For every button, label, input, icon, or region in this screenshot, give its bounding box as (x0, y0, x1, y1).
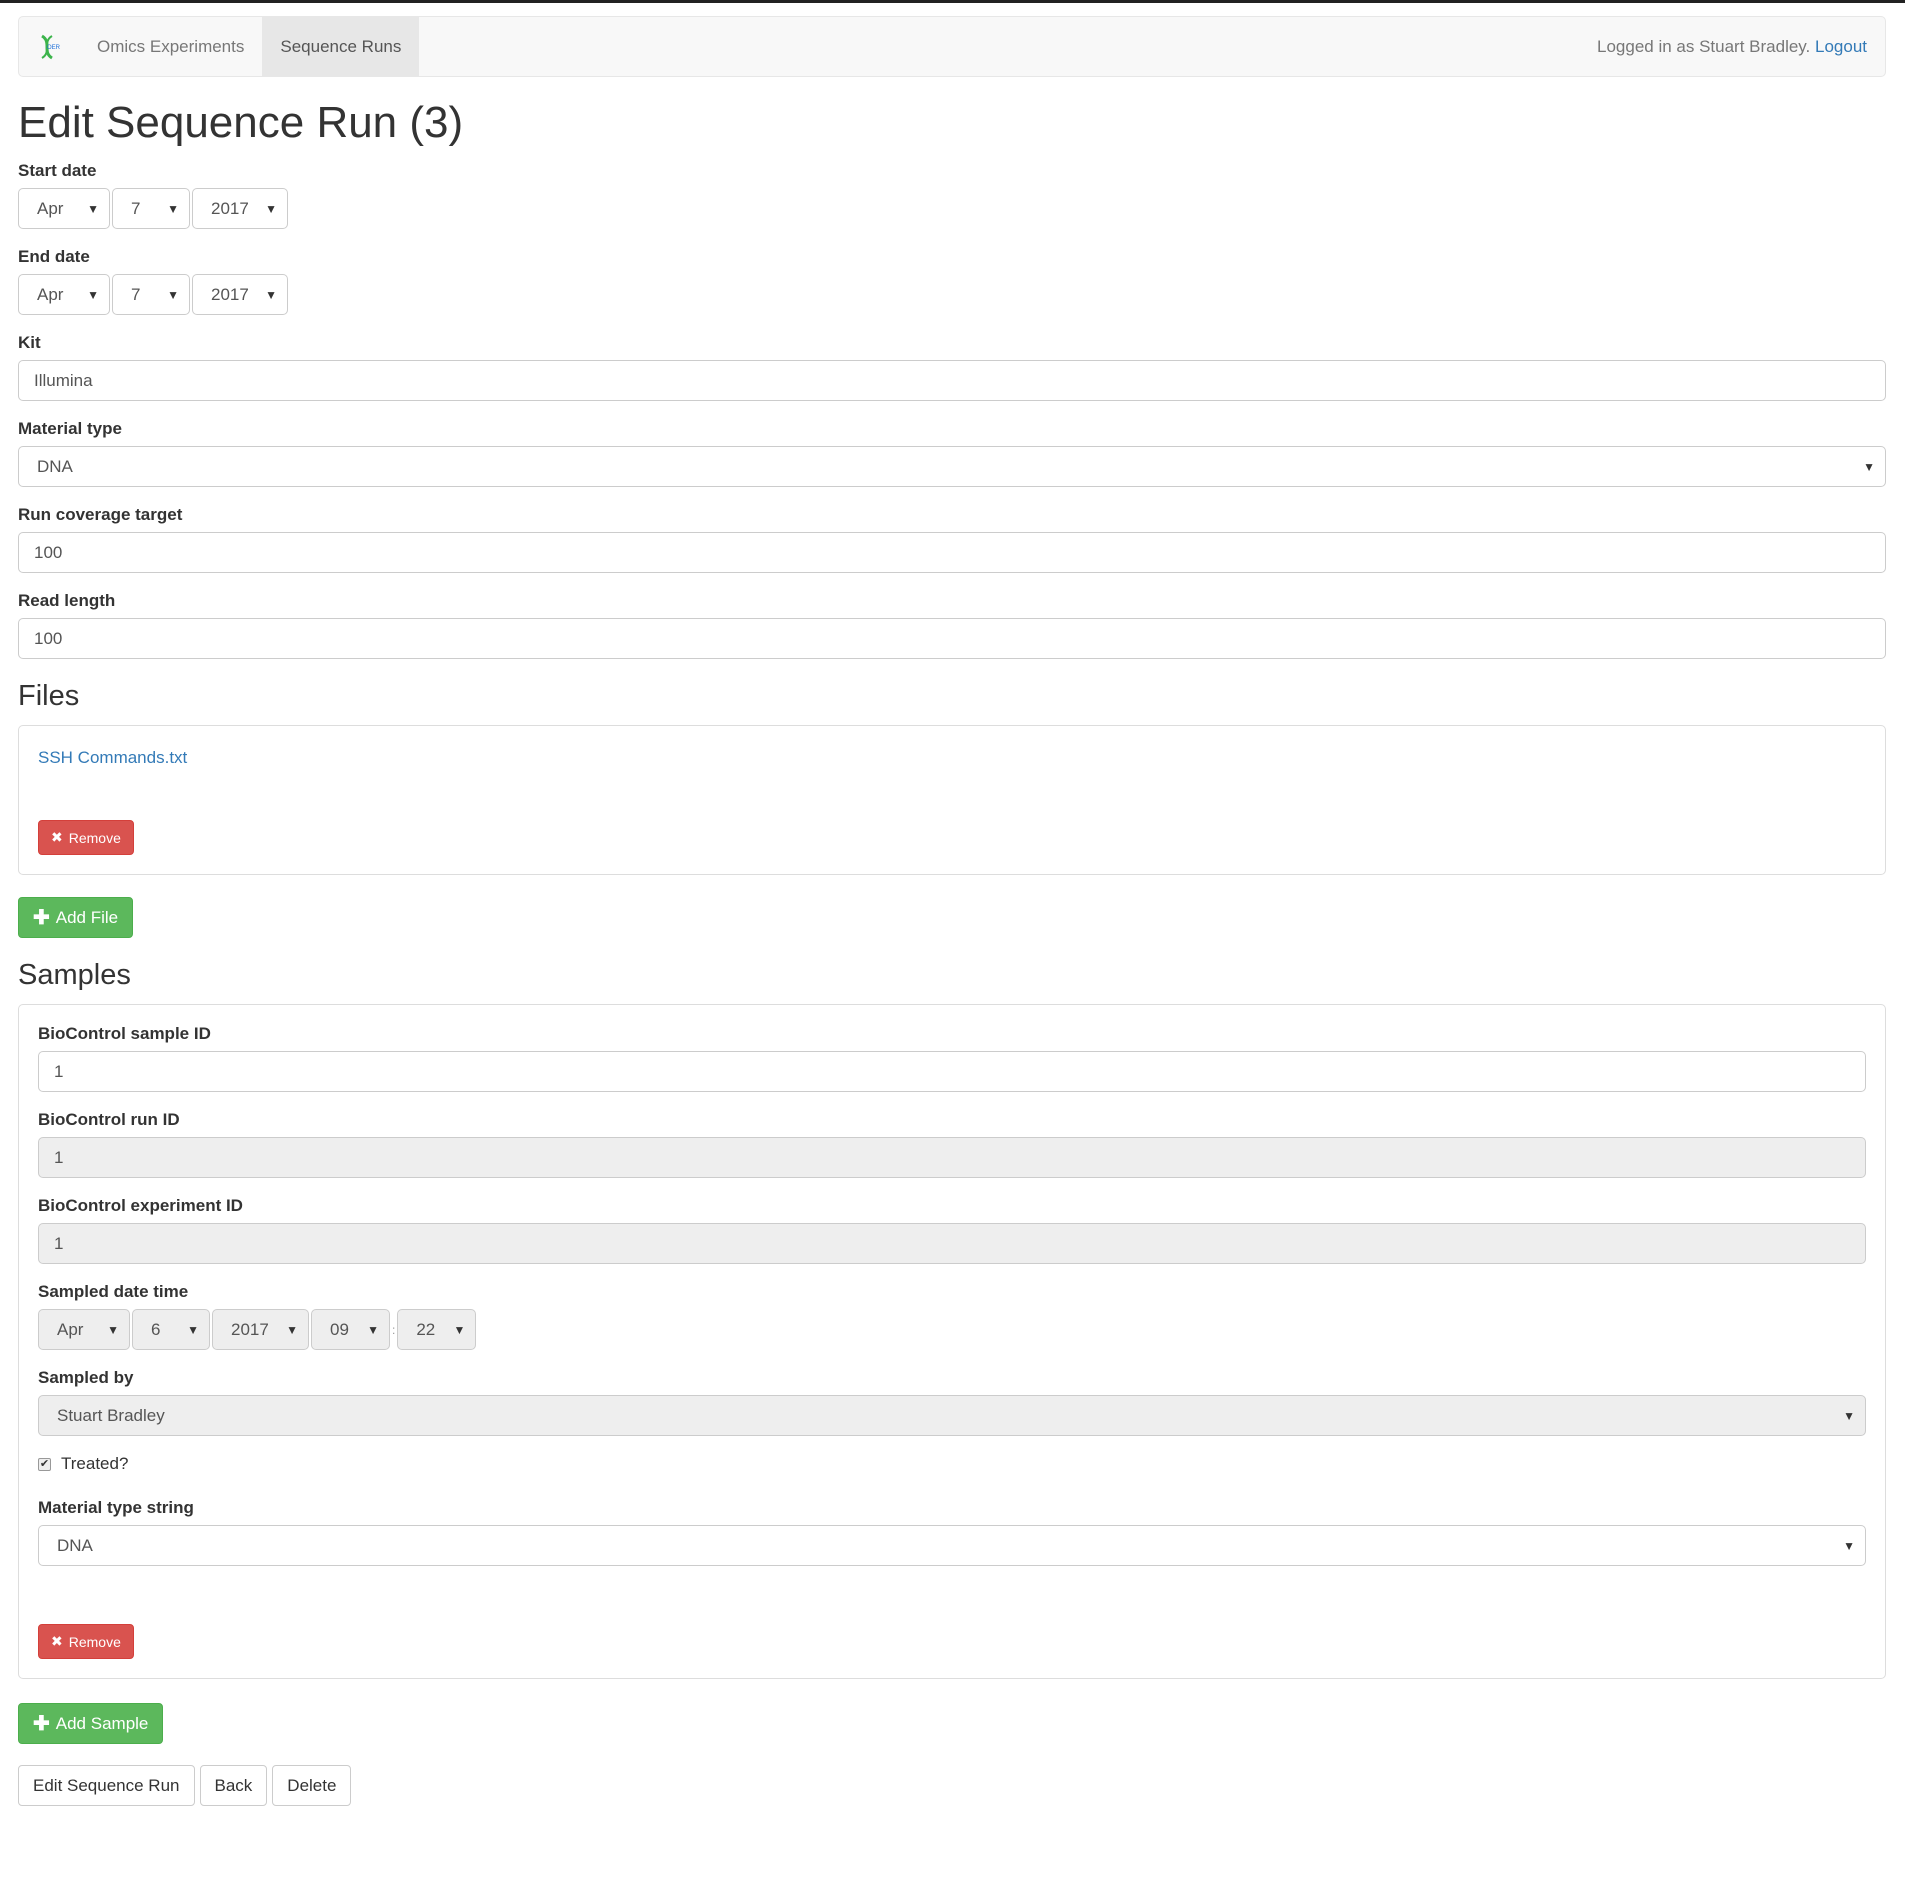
treated-checkbox[interactable]: ✔ (38, 1457, 51, 1471)
caret-down-icon: ▼ (367, 1322, 379, 1337)
value: 7 (131, 198, 141, 218)
value: 22 (416, 1319, 436, 1339)
caret-down-icon: ▼ (167, 201, 179, 216)
value: Apr (37, 284, 64, 304)
value: DNA (37, 456, 73, 476)
edit-sequence-run-button[interactable]: Edit Sequence Run (18, 1765, 195, 1807)
value: 2017 (211, 198, 249, 218)
remove-file-button[interactable]: ✖ Remove (38, 820, 134, 856)
sampled-date-label: Sampled date time (38, 1282, 189, 1302)
run-coverage-input[interactable]: 100 (18, 532, 1886, 574)
file-link[interactable]: SSH Commands.txt (38, 748, 1866, 768)
sample-id-label: BioControl sample ID (38, 1024, 211, 1044)
read-length-input[interactable]: 100 (18, 618, 1886, 660)
sampled-minute-select[interactable]: 22 ▼ (397, 1309, 477, 1351)
label: Add File (55, 907, 119, 927)
caret-down-icon: ▼ (1843, 1408, 1855, 1423)
value: 2017 (231, 1319, 269, 1339)
kit-input[interactable]: Illumina (18, 360, 1886, 402)
logout-link[interactable]: Logout (1815, 37, 1867, 57)
samples-heading: Samples (18, 959, 131, 992)
nav-omics-experiments[interactable]: Omics Experiments (79, 17, 262, 76)
start-month-select[interactable]: Apr ▼ (18, 188, 110, 230)
dna-logo-icon[interactable]: OER (19, 17, 79, 76)
page-title: Edit Sequence Run (3) (18, 98, 464, 147)
treated-checkbox-row[interactable]: ✔ Treated? (38, 1454, 1866, 1474)
add-sample-button[interactable]: ✚ Add Sample (18, 1703, 164, 1745)
label: Add Sample (55, 1713, 149, 1733)
file-panel: SSH Commands.txt ✖ Remove (18, 725, 1886, 876)
caret-down-icon: ▼ (87, 287, 99, 302)
value: Apr (37, 198, 64, 218)
plus-icon: ✚ (33, 1713, 50, 1736)
close-icon: ✖ (51, 829, 63, 846)
plus-icon: ✚ (33, 907, 50, 930)
logged-in-text: Logged in as Stuart Bradley. (1597, 36, 1811, 56)
value: 7 (131, 284, 141, 304)
caret-down-icon: ▼ (1843, 1538, 1855, 1553)
material-type-string-label: Material type string (38, 1498, 194, 1518)
svg-text:OER: OER (47, 45, 60, 51)
sample-id-input[interactable]: 1 (38, 1051, 1866, 1093)
nav-sequence-runs[interactable]: Sequence Runs (262, 17, 420, 76)
experiment-id-label: BioControl experiment ID (38, 1196, 243, 1216)
end-month-select[interactable]: Apr ▼ (18, 274, 110, 316)
caret-down-icon: ▼ (286, 1322, 298, 1337)
caret-down-icon: ▼ (1863, 459, 1875, 474)
end-day-select[interactable]: 7 ▼ (112, 274, 190, 316)
material-type-label: Material type (18, 419, 122, 439)
value: Apr (57, 1319, 84, 1339)
sampled-by-select[interactable]: Stuart Bradley ▼ (38, 1395, 1866, 1437)
material-type-select[interactable]: DNA ▼ (18, 446, 1886, 488)
sample-panel: BioControl sample ID 1 BioControl run ID… (18, 1004, 1886, 1680)
navbar: OER Omics Experiments Sequence Runs Logg… (18, 16, 1886, 77)
run-coverage-label: Run coverage target (18, 505, 183, 525)
value: Stuart Bradley (57, 1405, 165, 1425)
sampled-by-label: Sampled by (38, 1368, 134, 1388)
close-icon: ✖ (51, 1633, 63, 1650)
add-file-button[interactable]: ✚ Add File (18, 897, 134, 939)
treated-label: Treated? (61, 1454, 129, 1474)
value: DNA (57, 1535, 93, 1555)
start-day-select[interactable]: 7 ▼ (112, 188, 190, 230)
start-date-label: Start date (18, 161, 97, 181)
value: 2017 (211, 284, 249, 304)
sampled-hour-select[interactable]: 09 ▼ (311, 1309, 390, 1351)
value: 09 (330, 1319, 349, 1339)
value: 6 (151, 1319, 161, 1339)
experiment-id-input: 1 (38, 1223, 1866, 1265)
sampled-day-select[interactable]: 6 ▼ (132, 1309, 210, 1351)
end-year-select[interactable]: 2017 ▼ (192, 274, 288, 316)
time-separator: : (392, 1322, 396, 1337)
label: Remove (68, 829, 121, 846)
caret-down-icon: ▼ (453, 1322, 466, 1337)
caret-down-icon: ▼ (187, 1322, 199, 1337)
delete-button[interactable]: Delete (272, 1765, 352, 1807)
end-date-label: End date (18, 247, 90, 267)
sampled-year-select[interactable]: 2017 ▼ (212, 1309, 309, 1351)
caret-down-icon: ▼ (265, 287, 277, 302)
files-heading: Files (18, 680, 80, 713)
run-id-input: 1 (38, 1137, 1866, 1179)
read-length-label: Read length (18, 591, 116, 611)
caret-down-icon: ▼ (107, 1322, 119, 1337)
start-year-select[interactable]: 2017 ▼ (192, 188, 288, 230)
caret-down-icon: ▼ (265, 201, 277, 216)
remove-sample-button[interactable]: ✖ Remove (38, 1624, 134, 1660)
label: Remove (68, 1633, 121, 1650)
back-button[interactable]: Back (199, 1765, 268, 1807)
run-id-label: BioControl run ID (38, 1110, 180, 1130)
kit-label: Kit (18, 333, 41, 353)
caret-down-icon: ▼ (87, 201, 99, 216)
material-type-string-select[interactable]: DNA ▼ (38, 1525, 1866, 1567)
user-info: Logged in as Stuart Bradley. Logout (1597, 17, 1867, 76)
sampled-month-select[interactable]: Apr ▼ (38, 1309, 130, 1351)
caret-down-icon: ▼ (167, 287, 179, 302)
